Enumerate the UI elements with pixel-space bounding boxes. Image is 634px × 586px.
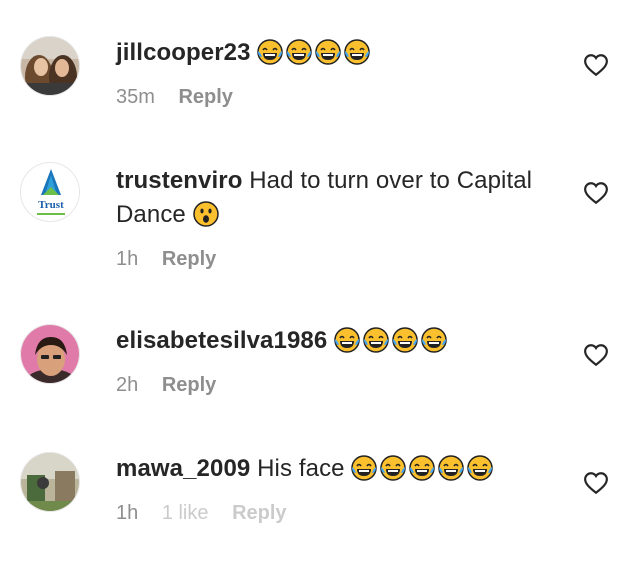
laugh-cry-emoji-icon (286, 39, 313, 65)
laugh-cry-emoji-icon (380, 455, 407, 481)
comment: elisabetesilva1986 2h Reply (0, 290, 634, 430)
avatar[interactable] (20, 324, 80, 384)
comment-text: mawa_2009 His face (116, 452, 546, 486)
comment-time: 1h (116, 502, 139, 524)
comment-time: 35m (116, 86, 155, 108)
laugh-cry-emoji-icon (421, 327, 447, 353)
laugh-cry-emoji-icon (344, 39, 371, 65)
comment-username[interactable]: mawa_2009 (116, 455, 250, 482)
laugh-cry-emoji-icon (409, 455, 436, 481)
reply-button[interactable]: Reply (162, 248, 216, 270)
laugh-cry-emoji-icon (363, 327, 389, 353)
emoji-group (257, 39, 373, 66)
two-women-photo-icon (21, 37, 79, 95)
comment-meta: 35m Reply (116, 84, 546, 110)
comment-time: 1h (116, 248, 139, 270)
avatar[interactable] (20, 452, 80, 512)
reply-button[interactable]: Reply (232, 502, 286, 524)
like-count[interactable]: 1 like (162, 502, 209, 524)
comment-username[interactable]: trustenviro (116, 167, 242, 194)
laugh-cry-emoji-icon (334, 327, 360, 353)
reply-button[interactable]: Reply (162, 374, 216, 396)
heart-icon[interactable] (583, 470, 609, 496)
comment-body: His face (257, 455, 345, 482)
comment-text: trustenviro Had to turn over to Capital … (116, 164, 546, 232)
laugh-cry-emoji-icon (315, 39, 342, 65)
comment: mawa_2009 His face 1h 1 like Reply (0, 430, 634, 586)
avatar[interactable] (20, 36, 80, 96)
comment: Trust trustenviro Had to turn over to Ca… (0, 140, 634, 290)
laugh-cry-emoji-icon (467, 455, 494, 481)
comment-time: 2h (116, 374, 139, 396)
laugh-cry-emoji-icon (392, 327, 418, 353)
outdoor-photo-icon (21, 453, 79, 511)
comment-meta: 2h Reply (116, 372, 546, 398)
emoji-group (351, 455, 496, 482)
comment-meta: 1h 1 like Reply (116, 500, 546, 526)
avatar[interactable]: Trust (20, 162, 80, 222)
emoji-group (334, 327, 450, 354)
laugh-cry-emoji-icon (438, 455, 465, 481)
heart-icon[interactable] (583, 180, 609, 206)
comment-text: jillcooper23 (116, 36, 546, 70)
comment: jillcooper23 35m Reply (0, 0, 634, 140)
reply-button[interactable]: Reply (178, 86, 232, 108)
surprised-emoji-icon (192, 201, 219, 227)
avatar-logo-text: Trust (38, 199, 64, 211)
comment-username[interactable]: jillcooper23 (116, 39, 251, 66)
laugh-cry-emoji-icon (351, 455, 378, 481)
laugh-cry-emoji-icon (257, 39, 284, 65)
comment-text: elisabetesilva1986 (116, 324, 546, 358)
heart-icon[interactable] (583, 342, 609, 368)
heart-icon[interactable] (583, 52, 609, 78)
woman-selfie-icon (21, 325, 79, 383)
trust-logo-icon: Trust (21, 163, 79, 221)
comment-username[interactable]: elisabetesilva1986 (116, 327, 327, 354)
comment-meta: 1h Reply (116, 246, 546, 272)
